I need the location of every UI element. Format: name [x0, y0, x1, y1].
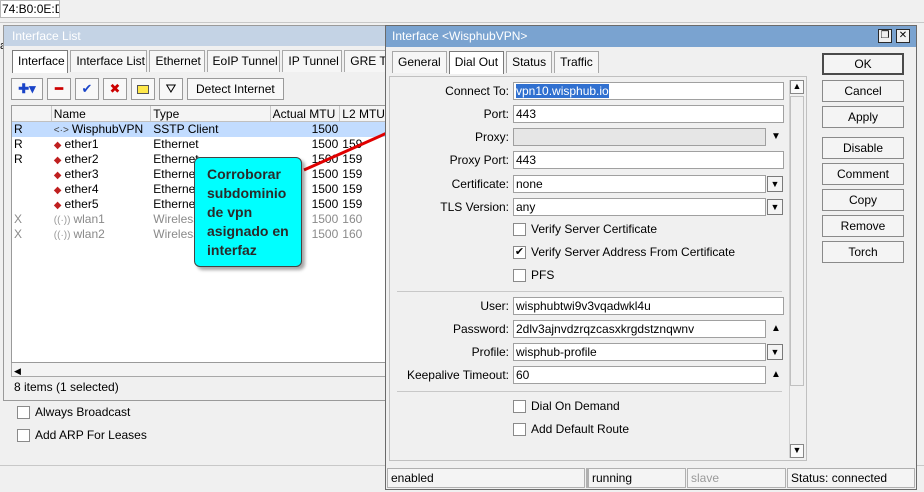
section-divider — [397, 391, 782, 392]
port-label: Port: — [483, 107, 509, 121]
user-label: User: — [480, 299, 509, 313]
profile-select[interactable]: wisphub-profile — [513, 343, 766, 361]
connect-to-input[interactable]: vpn10.wisphub.io — [513, 82, 784, 100]
verify-server-certificate-option[interactable]: Verify Server Certificate — [513, 222, 657, 236]
password-input[interactable]: 2dlv3ajnvdzrqzcasxkrgdstznqwnv — [513, 320, 766, 338]
connect-to-label: Connect To: — [445, 84, 509, 98]
tls-version-label: TLS Version: — [440, 200, 509, 214]
certificate-dropdown-icon[interactable]: ▼ — [767, 176, 783, 192]
scroll-down-icon[interactable]: ▼ — [790, 444, 804, 458]
add-default-route-label: Add Default Route — [531, 422, 630, 436]
verify-server-address-label: Verify Server Address From Certificate — [531, 245, 736, 259]
password-collapse-icon[interactable]: ▲ — [769, 323, 783, 334]
proxy-dropdown-icon[interactable]: ▼ — [769, 131, 783, 142]
tab-general[interactable]: General — [392, 51, 447, 73]
keepalive-collapse-icon[interactable]: ▲ — [769, 369, 783, 380]
scroll-up-icon[interactable]: ▲ — [790, 80, 804, 94]
restore-icon[interactable]: ❐ — [878, 29, 892, 43]
scroll-thumb[interactable] — [790, 96, 804, 386]
apply-button[interactable]: Apply — [822, 106, 904, 128]
certificate-select[interactable]: none — [513, 175, 766, 193]
status-running: running — [588, 468, 686, 488]
proxy-port-label: Proxy Port: — [449, 153, 509, 167]
torch-button[interactable]: Torch — [822, 241, 904, 263]
profile-label: Profile: — [471, 345, 509, 359]
proxy-port-input[interactable]: 443 — [513, 151, 784, 169]
verify-server-address-option[interactable]: ✔ Verify Server Address From Certificate — [513, 245, 735, 259]
dial-on-demand-option[interactable]: Dial On Demand — [513, 399, 620, 413]
vertical-scrollbar[interactable]: ▲ ▼ — [789, 80, 804, 458]
add-default-route-option[interactable]: Add Default Route — [513, 422, 629, 436]
connect-to-value: vpn10.wisphub.io — [516, 84, 609, 98]
close-icon[interactable]: ✕ — [896, 29, 910, 43]
tab-traffic[interactable]: Traffic — [554, 51, 599, 73]
dial-on-demand-checkbox[interactable] — [513, 399, 526, 413]
verify-server-certificate-label: Verify Server Certificate — [531, 222, 658, 236]
user-input[interactable]: wisphubtwi9v3vqadwkl4u — [513, 297, 784, 315]
dial-on-demand-label: Dial On Demand — [531, 399, 620, 413]
proxy-input[interactable] — [513, 128, 766, 146]
certificate-label: Certificate: — [451, 177, 509, 191]
pfs-checkbox[interactable] — [513, 268, 526, 282]
status-slave: slave — [687, 468, 786, 488]
status-connected: Status: connected — [787, 468, 915, 488]
comment-button-dialog[interactable]: Comment — [822, 163, 904, 185]
tls-version-dropdown-icon[interactable]: ▼ — [767, 199, 783, 215]
pfs-label: PFS — [531, 268, 555, 282]
section-divider — [397, 291, 782, 292]
keepalive-timeout-input[interactable]: 60 — [513, 366, 766, 384]
tab-status[interactable]: Status — [506, 51, 553, 73]
verify-server-certificate-checkbox[interactable] — [513, 222, 526, 236]
remove-button-dialog[interactable]: Remove — [822, 215, 904, 237]
profile-dropdown-icon[interactable]: ▼ — [767, 344, 783, 360]
proxy-label: Proxy: — [474, 130, 509, 144]
add-default-route-checkbox[interactable] — [513, 422, 526, 436]
disable-button-dialog[interactable]: Disable — [822, 137, 904, 159]
tab-dial-out[interactable]: Dial Out — [448, 51, 505, 74]
copy-button[interactable]: Copy — [822, 189, 904, 211]
verify-server-address-checkbox[interactable]: ✔ — [513, 245, 526, 259]
pfs-option[interactable]: PFS — [513, 268, 554, 282]
tls-version-select[interactable]: any — [513, 198, 766, 216]
annotation-note: Corroborar subdominio de vpn asignado en… — [194, 157, 302, 267]
ok-button[interactable]: OK — [822, 53, 904, 75]
port-input[interactable]: 443 — [513, 105, 784, 123]
dialog-title: Interface <WisphubVPN> — [386, 26, 916, 47]
cancel-button[interactable]: Cancel — [822, 80, 904, 102]
status-enabled: enabled — [387, 468, 585, 488]
keepalive-timeout-label: Keepalive Timeout: — [406, 368, 509, 382]
password-label: Password: — [452, 322, 509, 336]
